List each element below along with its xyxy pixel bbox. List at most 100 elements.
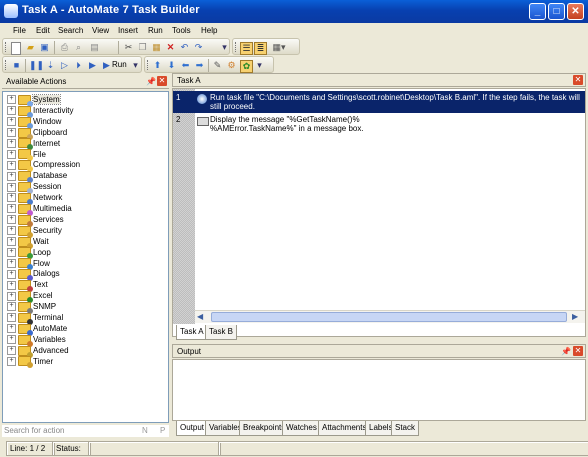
expand-icon[interactable]: +	[7, 128, 16, 138]
tree-item-security[interactable]: + Security	[7, 225, 62, 238]
expand-icon[interactable]: +	[7, 138, 16, 148]
menu-search[interactable]: Search	[56, 24, 85, 37]
tree-item-variables[interactable]: + Variables	[7, 334, 66, 347]
tree-item-snmp[interactable]: + SNMP	[7, 301, 56, 314]
search-next-button[interactable]: N	[142, 426, 148, 435]
scroll-right-icon[interactable]: ▶	[572, 312, 578, 321]
properties-icon[interactable]: ⚙	[226, 60, 237, 71]
menu-file[interactable]: File	[11, 24, 28, 37]
tree-item-session[interactable]: + Session	[7, 181, 61, 195]
scroll-thumb[interactable]	[211, 312, 567, 322]
tree-item-flow[interactable]: + Flow	[7, 258, 50, 271]
pause-icon[interactable]: ❚❚	[29, 60, 44, 71]
tree-item-terminal[interactable]: + Terminal	[7, 312, 63, 325]
tree-item-multimedia[interactable]: + Multimedia	[7, 203, 72, 216]
expand-icon[interactable]: +	[7, 302, 16, 312]
tree-item-interactivity[interactable]: + Interactivity	[7, 105, 73, 118]
app-icon[interactable]	[4, 4, 18, 18]
tree-item-internet[interactable]: + Internet	[7, 138, 60, 151]
tree-item-dialogs[interactable]: + Dialogs	[7, 268, 60, 282]
tree-item-advanced[interactable]: + Advanced	[7, 345, 69, 358]
toolbar-options-icon[interactable]: ▾	[130, 60, 141, 71]
close-button[interactable]: ✕	[567, 3, 584, 20]
layout-dropdown-icon[interactable]: ▦▾	[270, 42, 288, 53]
maximize-button[interactable]: □	[548, 3, 565, 20]
menu-insert[interactable]: Insert	[116, 24, 140, 37]
expand-icon[interactable]: +	[7, 215, 16, 225]
output-area[interactable]	[172, 359, 586, 421]
close-output-icon[interactable]: ✕	[573, 346, 583, 356]
expand-icon[interactable]: +	[7, 226, 16, 236]
expand-icon[interactable]: +	[7, 160, 16, 170]
pin-icon[interactable]: 📌	[146, 77, 156, 86]
expand-icon[interactable]: +	[7, 269, 16, 279]
tree-item-loop[interactable]: + Loop	[7, 247, 51, 260]
save-icon[interactable]: ▣	[39, 42, 50, 53]
expand-icon[interactable]: +	[7, 204, 16, 214]
document-icon[interactable]: ▤	[89, 42, 100, 53]
expand-icon[interactable]: +	[7, 149, 16, 159]
step-over-icon[interactable]: ▷	[59, 60, 70, 71]
menu-view[interactable]: View	[90, 24, 111, 37]
run-icon[interactable]: ▶	[101, 60, 112, 71]
new-icon[interactable]	[11, 42, 21, 55]
tab-stack[interactable]: Stack	[391, 421, 420, 436]
horizontal-scrollbar[interactable]: ◀ ▶	[195, 310, 585, 323]
step-into-icon[interactable]: ⇣	[45, 60, 56, 71]
tree-item-file[interactable]: + File	[7, 149, 46, 162]
expand-icon[interactable]: +	[7, 95, 16, 105]
search-prev-button[interactable]: P	[160, 426, 165, 435]
tree-item-timer[interactable]: + Timer	[7, 356, 53, 369]
expand-icon[interactable]: +	[7, 324, 16, 334]
tree-item-services[interactable]: + Services	[7, 214, 64, 227]
tab-task-a[interactable]: Task A	[176, 325, 208, 340]
task-step-row[interactable]: 2 Display the message "%GetTaskName()% %…	[173, 113, 585, 135]
title-bar[interactable]: Task A - AutoMate 7 Task Builder _ □ ✕	[0, 0, 588, 23]
menu-run[interactable]: Run	[146, 24, 165, 37]
stop-icon[interactable]: ■	[11, 60, 22, 71]
expand-icon[interactable]: +	[7, 182, 16, 192]
list-view-icon[interactable]: ☰	[240, 42, 253, 55]
expand-icon[interactable]: +	[7, 171, 16, 181]
tab-task-b[interactable]: Task B	[205, 325, 238, 340]
expand-icon[interactable]: +	[7, 346, 16, 356]
redo-icon[interactable]: ↷	[193, 42, 204, 53]
tree-item-text[interactable]: + Text	[7, 279, 48, 293]
expand-icon[interactable]: +	[7, 335, 16, 345]
step-run-icon[interactable]: ⏵	[73, 60, 84, 71]
print-icon[interactable]: ⎙	[59, 42, 70, 53]
expand-icon[interactable]: +	[7, 106, 16, 116]
tree-item-clipboard[interactable]: + Clipboard	[7, 127, 67, 140]
close-task-icon[interactable]: ✕	[573, 75, 583, 85]
search-action-field[interactable]: Search for action N P	[2, 425, 169, 437]
menu-edit[interactable]: Edit	[34, 24, 52, 37]
tab-attachments[interactable]: Attachments	[318, 421, 371, 436]
tree-item-network[interactable]: + Network	[7, 192, 62, 205]
expand-icon[interactable]: +	[7, 356, 16, 366]
undo-icon[interactable]: ↶	[179, 42, 190, 53]
tree-item-excel[interactable]: + Excel	[7, 290, 53, 304]
expand-icon[interactable]: +	[7, 193, 16, 203]
task-step-row[interactable]: 1 Run task file "C:\Documents and Settin…	[173, 91, 585, 113]
scroll-left-icon[interactable]: ◀	[197, 312, 203, 321]
tree-item-compression[interactable]: + Compression	[7, 159, 80, 173]
detail-view-icon[interactable]: ≣	[254, 42, 267, 55]
expand-icon[interactable]: +	[7, 280, 16, 290]
expand-icon[interactable]: +	[7, 117, 16, 127]
cut-icon[interactable]: ✂	[123, 42, 134, 53]
menu-help[interactable]: Help	[199, 24, 219, 37]
delete-icon[interactable]: ✕	[165, 42, 176, 53]
expand-icon[interactable]: +	[7, 291, 16, 301]
expand-icon[interactable]: +	[7, 247, 16, 257]
step-next-icon[interactable]: ▶	[87, 60, 98, 71]
indent-icon[interactable]: ➡	[194, 60, 205, 71]
tree-item-wait[interactable]: + Wait	[7, 236, 49, 249]
task-editor[interactable]: 1 Run task file "C:\Documents and Settin…	[172, 88, 586, 337]
expand-icon[interactable]: +	[7, 258, 16, 268]
minimize-button[interactable]: _	[529, 3, 546, 20]
tree-item-window[interactable]: + Window	[7, 116, 61, 129]
toolbar-options-icon[interactable]: ▾	[219, 42, 230, 53]
tree-item-system[interactable]: + System	[7, 94, 61, 107]
wizard-icon[interactable]: ✎	[212, 60, 223, 71]
menu-tools[interactable]: Tools	[170, 24, 193, 37]
